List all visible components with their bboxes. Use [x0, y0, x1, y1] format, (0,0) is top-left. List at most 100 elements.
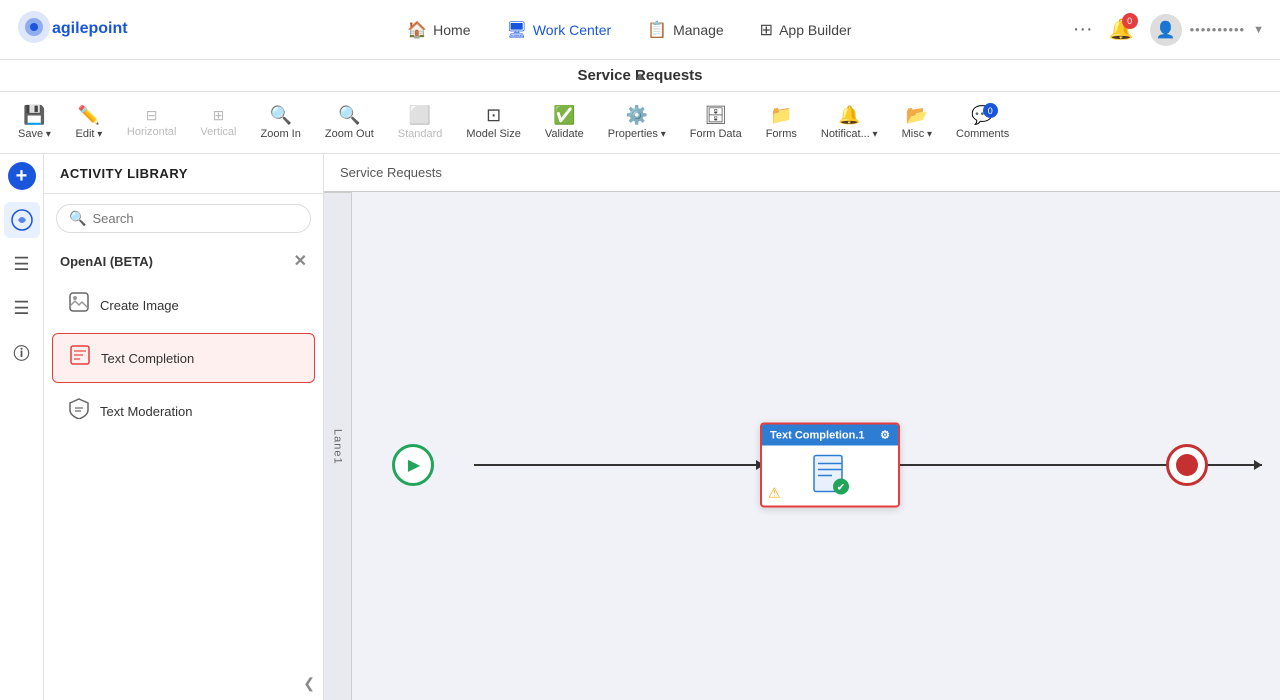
search-box[interactable]: 🔍: [56, 204, 311, 233]
toolbar: 💾 Save ▾ ✏️ Edit ▾ ⊟ Horizontal ⊞ Vertic…: [0, 92, 1280, 154]
zoom-in-button[interactable]: 🔍 Zoom In: [251, 99, 311, 146]
side-icons: + ☰ ☰ ⓘ: [0, 154, 44, 700]
horizontal-button[interactable]: ⊟ Horizontal: [117, 101, 187, 144]
forms-button[interactable]: 📁 Forms: [756, 99, 807, 146]
library-panel: ACTIVITY LIBRARY 🔍 OpenAI (BETA) ✕ Creat…: [44, 154, 324, 700]
canvas-area[interactable]: Service Requests Lane1 Text Completion.1…: [324, 154, 1280, 700]
misc-label: Misc ▾: [902, 128, 932, 140]
activity-document-icon: ✔: [808, 454, 852, 498]
form-data-button[interactable]: 🗄 Form Data: [680, 99, 752, 146]
misc-button[interactable]: 📂 Misc ▾: [892, 99, 942, 146]
list2-icon-button[interactable]: ☰: [4, 290, 40, 326]
text-completion-icon: [69, 344, 91, 372]
chevron-down-icon: ▼: [1253, 24, 1264, 36]
openai-icon-button[interactable]: [4, 202, 40, 238]
notifications-toolbar-button[interactable]: 🔔 Notificat... ▾: [811, 99, 888, 146]
edit-icon: ✏️: [78, 105, 100, 126]
notifications-label: Notificat... ▾: [821, 128, 878, 140]
vertical-icon: ⊞: [213, 107, 225, 124]
validate-button[interactable]: ✅ Validate: [535, 99, 594, 146]
model-size-button[interactable]: ⊡ Model Size: [456, 99, 530, 146]
warning-icon: ⚠: [768, 485, 781, 502]
properties-icon: ⚙️: [626, 105, 648, 126]
page-header: ▲ Service Requests: [0, 60, 1280, 92]
comments-badge: 0: [983, 103, 998, 118]
standard-icon: ⬜: [409, 105, 431, 126]
grid-icon: ⊞: [760, 20, 773, 40]
notifications-badge: 0: [1122, 13, 1138, 29]
standard-button[interactable]: ⬜ Standard: [388, 99, 453, 146]
section-header: OpenAI (BETA) ✕: [44, 243, 323, 279]
save-label: Save ▾: [18, 128, 51, 140]
properties-button[interactable]: ⚙️ Properties ▾: [598, 99, 676, 146]
end-node[interactable]: [1166, 444, 1208, 486]
zoom-in-icon: 🔍: [269, 105, 291, 126]
forms-icon: 📁: [770, 105, 792, 126]
save-button[interactable]: 💾 Save ▾: [8, 99, 61, 146]
library-item-text-completion[interactable]: Text Completion: [52, 333, 315, 383]
svg-text:✔: ✔: [837, 483, 845, 494]
settings-icon[interactable]: ⚙: [880, 429, 890, 442]
monitor-icon: 🖥: [507, 20, 527, 40]
more-button[interactable]: ···: [1073, 18, 1093, 41]
arrow-left: [474, 464, 757, 466]
comments-button[interactable]: 💬 0 Comments: [946, 99, 1019, 146]
avatar: 👤: [1150, 14, 1182, 46]
nav-work-center[interactable]: 🖥 Work Center: [493, 12, 626, 48]
text-moderation-icon: [68, 397, 90, 425]
standard-label: Standard: [398, 128, 443, 140]
nav-manage-label: Manage: [673, 22, 724, 38]
add-button[interactable]: +: [8, 162, 36, 190]
zoom-out-button[interactable]: 🔍 Zoom Out: [315, 99, 384, 146]
clipboard-icon: 📋: [647, 20, 667, 40]
badge-icon-button[interactable]: ⓘ: [4, 334, 40, 370]
home-icon: 🏠: [407, 20, 427, 40]
start-node[interactable]: [392, 444, 434, 486]
validate-icon: ✅: [553, 105, 575, 126]
nav-app-builder[interactable]: ⊞ App Builder: [746, 12, 866, 48]
misc-icon: 📂: [906, 105, 928, 126]
nav-home[interactable]: 🏠 Home: [393, 12, 484, 48]
zoom-out-label: Zoom Out: [325, 128, 374, 140]
library-item-text-moderation[interactable]: Text Moderation: [52, 387, 315, 435]
horizontal-icon: ⊟: [146, 107, 158, 124]
nav-manage[interactable]: 📋 Manage: [633, 12, 738, 48]
notifications-button[interactable]: 🔔 0: [1109, 17, 1134, 42]
activity-body: ✔ ⚠: [762, 446, 898, 506]
text-completion-label: Text Completion: [101, 351, 194, 366]
collapse-left-icon: ❮: [303, 675, 315, 692]
svg-text:agilepoint: agilepoint: [52, 20, 128, 37]
collapse-arrow-icon[interactable]: ▲: [634, 60, 646, 92]
horizontal-label: Horizontal: [127, 126, 177, 138]
search-icon: 🔍: [69, 210, 86, 227]
validate-label: Validate: [545, 128, 584, 140]
collapse-panel-button[interactable]: ❮: [44, 667, 323, 700]
forms-label: Forms: [766, 128, 797, 140]
edit-button[interactable]: ✏️ Edit ▾: [65, 99, 113, 146]
library-item-create-image[interactable]: Create Image: [52, 281, 315, 329]
activity-node[interactable]: Text Completion.1 ⚙ ✔ ⚠: [760, 423, 900, 508]
activity-header: Text Completion.1 ⚙: [762, 425, 898, 446]
nav-work-center-label: Work Center: [533, 22, 611, 38]
section-close-button[interactable]: ✕: [294, 251, 307, 271]
vertical-button[interactable]: ⊞ Vertical: [190, 101, 246, 144]
library-header: ACTIVITY LIBRARY: [44, 154, 323, 194]
zoom-in-label: Zoom In: [261, 128, 301, 140]
notification-icon: 🔔: [838, 105, 860, 126]
top-nav: agilepoint 🏠 Home 🖥 Work Center 📋 Manage…: [0, 0, 1280, 60]
lane-label: Lane1: [324, 192, 352, 700]
text-moderation-label: Text Moderation: [100, 404, 193, 419]
flow-container: Text Completion.1 ⚙ ✔ ⚠: [352, 192, 1280, 700]
save-icon: 💾: [23, 105, 45, 126]
nav-app-builder-label: App Builder: [779, 22, 851, 38]
user-area[interactable]: 👤 •••••••••• ▼: [1150, 14, 1264, 46]
edit-label: Edit ▾: [76, 128, 103, 140]
nav-right: ··· 🔔 0 👤 •••••••••• ▼: [1073, 14, 1264, 46]
create-image-label: Create Image: [100, 298, 179, 313]
list1-icon-button[interactable]: ☰: [4, 246, 40, 282]
section-title: OpenAI (BETA): [60, 254, 153, 269]
model-size-label: Model Size: [466, 128, 520, 140]
canvas-title: Service Requests: [340, 165, 442, 180]
search-input[interactable]: [92, 211, 298, 226]
logo: agilepoint: [16, 9, 146, 50]
